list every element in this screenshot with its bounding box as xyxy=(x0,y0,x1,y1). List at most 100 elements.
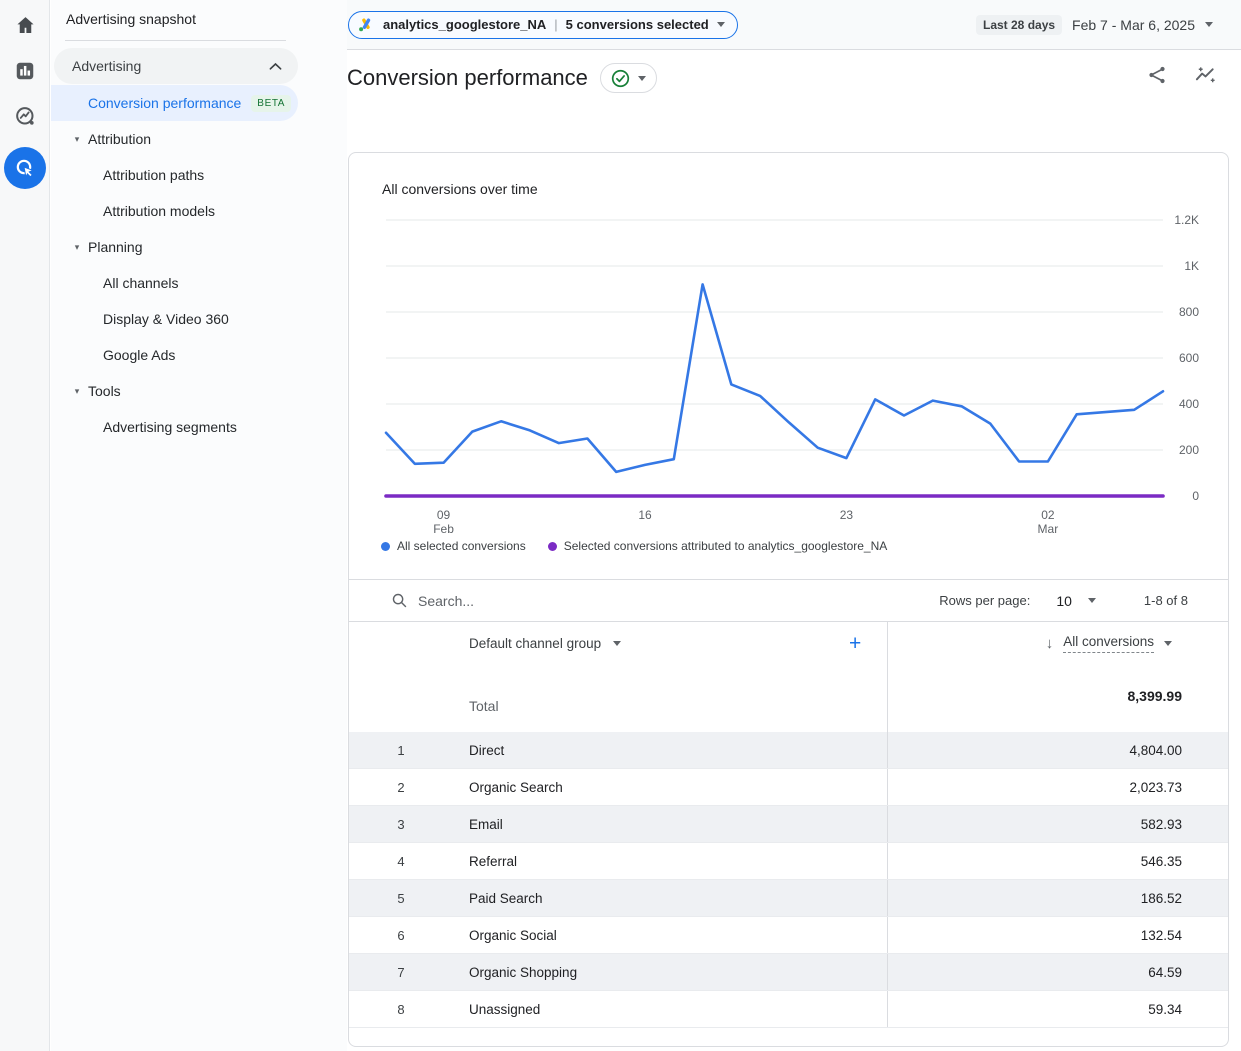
pagination-status: 1-8 of 8 xyxy=(1144,593,1188,608)
nav-item-google-ads[interactable]: Google Ads xyxy=(51,337,298,373)
svg-text:800: 800 xyxy=(1179,305,1199,319)
nav-advertising-snapshot[interactable]: Advertising snapshot xyxy=(66,11,196,27)
advertising-nav: Advertising snapshot Advertising Convers… xyxy=(51,0,347,1051)
caret-down-icon xyxy=(1205,22,1213,27)
svg-text:16: 16 xyxy=(638,508,652,522)
row-value: 582.93 xyxy=(887,806,1228,842)
legend-all-conversions: All selected conversions xyxy=(381,539,526,553)
row-rank: 6 xyxy=(393,928,409,943)
row-channel: Direct xyxy=(469,743,504,758)
row-channel: Referral xyxy=(469,854,517,869)
caret-down-icon xyxy=(1164,641,1172,646)
svg-text:Mar: Mar xyxy=(1038,522,1059,536)
table-row: 5 Paid Search 186.52 xyxy=(349,880,1228,917)
rows-per-page-label: Rows per page: xyxy=(939,593,1030,608)
nav-item-label: Planning xyxy=(88,239,143,255)
date-range-text: Feb 7 - Mar 6, 2025 xyxy=(1072,17,1195,33)
nav-divider xyxy=(65,40,286,41)
explore-icon[interactable] xyxy=(0,105,50,128)
row-value: 186.52 xyxy=(887,880,1228,916)
caret-down-icon xyxy=(1088,598,1096,603)
table-row: 6Organic Social132.54 xyxy=(349,917,1228,954)
home-icon[interactable] xyxy=(0,14,50,37)
separator: | xyxy=(554,17,557,32)
dimension-header-label: Default channel group xyxy=(469,636,601,651)
row-channel: Email xyxy=(469,817,503,832)
row-value: 546.35 xyxy=(887,843,1228,879)
nav-group-planning[interactable]: ▾ Planning xyxy=(51,229,298,265)
add-column-button[interactable]: + xyxy=(849,632,861,656)
google-ads-logo xyxy=(357,16,375,34)
rows-per-page-value: 10 xyxy=(1056,593,1072,609)
svg-text:09: 09 xyxy=(437,508,451,522)
table-toolbar: Rows per page: 10 1-8 of 8 xyxy=(349,579,1228,622)
app-rail xyxy=(0,0,50,1051)
nav-item-all-channels[interactable]: All channels xyxy=(51,265,298,301)
total-value: 8,399.99 xyxy=(1128,688,1183,704)
chart-title: All conversions over time xyxy=(382,181,538,197)
chart-legend: All selected conversions Selected conver… xyxy=(381,539,887,553)
total-label: Total xyxy=(469,698,499,714)
legend-label: All selected conversions xyxy=(397,539,526,553)
nav-item-label: Display & Video 360 xyxy=(103,311,229,327)
table-row: 2 Organic Search 2,023.73 xyxy=(349,769,1228,806)
nav-item-conversion-performance[interactable]: Conversion performance BETA xyxy=(51,85,298,121)
conversions-selected: 5 conversions selected xyxy=(566,17,709,32)
nav-item-label: Attribution models xyxy=(103,203,215,219)
row-value: 59.34 xyxy=(887,991,1228,1027)
row-rank: 5 xyxy=(393,891,409,906)
nav-section-label: Advertising xyxy=(72,58,141,74)
dimension-header-selector[interactable]: Default channel group xyxy=(469,636,621,651)
topbar: analytics_googlestore_NA | 5 conversions… xyxy=(347,0,1241,50)
caret-down-icon xyxy=(613,641,621,646)
property-conversions-selector[interactable]: analytics_googlestore_NA | 5 conversions… xyxy=(348,11,738,39)
rows-per-page-selector[interactable]: 10 xyxy=(1056,593,1096,609)
chevron-up-icon xyxy=(269,62,282,71)
row-channel: Paid Search xyxy=(469,891,543,906)
table-row: 4 Referral 546.35 xyxy=(349,843,1228,880)
search-input[interactable] xyxy=(418,593,738,609)
legend-attributed-conversions: Selected conversions attributed to analy… xyxy=(548,539,888,553)
reports-icon[interactable] xyxy=(0,60,50,82)
row-rank: 8 xyxy=(393,1002,409,1017)
row-rank: 3 xyxy=(393,817,409,832)
nav-item-advertising-segments[interactable]: Advertising segments xyxy=(51,409,298,445)
table-header: Default channel group + ↓ All conversion… xyxy=(349,622,1228,732)
row-value: 2,023.73 xyxy=(887,769,1228,805)
nav-item-display-video-360[interactable]: Display & Video 360 xyxy=(51,301,298,337)
nav-section-advertising[interactable]: Advertising xyxy=(54,48,298,84)
search-icon xyxy=(391,592,408,609)
table-row: 1Direct4,804.00 xyxy=(349,732,1228,769)
row-rank: 1 xyxy=(393,743,409,758)
row-value: 64.59 xyxy=(887,954,1228,990)
svg-text:02: 02 xyxy=(1041,508,1055,522)
svg-text:200: 200 xyxy=(1179,443,1199,457)
svg-text:Feb: Feb xyxy=(433,522,454,536)
svg-text:0: 0 xyxy=(1192,489,1199,503)
property-name: analytics_googlestore_NA xyxy=(383,17,546,32)
row-rank: 4 xyxy=(393,854,409,869)
nav-group-tools[interactable]: ▾ Tools xyxy=(51,373,298,409)
row-value: 132.54 xyxy=(887,917,1228,953)
metric-header-sort[interactable]: ↓ All conversions xyxy=(1046,634,1172,653)
page-title: Conversion performance xyxy=(347,65,588,91)
sort-descending-icon: ↓ xyxy=(1046,635,1054,652)
column-divider xyxy=(887,622,888,732)
row-rank: 2 xyxy=(393,780,409,795)
share-icon[interactable] xyxy=(1146,64,1168,92)
date-picker[interactable]: Last 28 days Feb 7 - Mar 6, 2025 xyxy=(976,15,1213,35)
insights-icon[interactable] xyxy=(1194,64,1217,92)
svg-text:23: 23 xyxy=(840,508,854,522)
nav-item-attribution-paths[interactable]: Attribution paths xyxy=(51,157,298,193)
triangle-down-icon: ▾ xyxy=(66,134,88,145)
nav-item-attribution-models[interactable]: Attribution models xyxy=(51,193,298,229)
advertising-icon-selected[interactable] xyxy=(0,147,50,189)
nav-item-label: Tools xyxy=(88,383,121,399)
row-channel: Organic Search xyxy=(469,780,563,795)
row-channel: Unassigned xyxy=(469,1002,540,1017)
report-status-selector[interactable] xyxy=(600,63,657,93)
nav-group-attribution[interactable]: ▾ Attribution xyxy=(51,121,298,157)
triangle-down-icon: ▾ xyxy=(66,386,88,397)
svg-text:400: 400 xyxy=(1179,397,1199,411)
nav-item-label: Google Ads xyxy=(103,347,175,363)
